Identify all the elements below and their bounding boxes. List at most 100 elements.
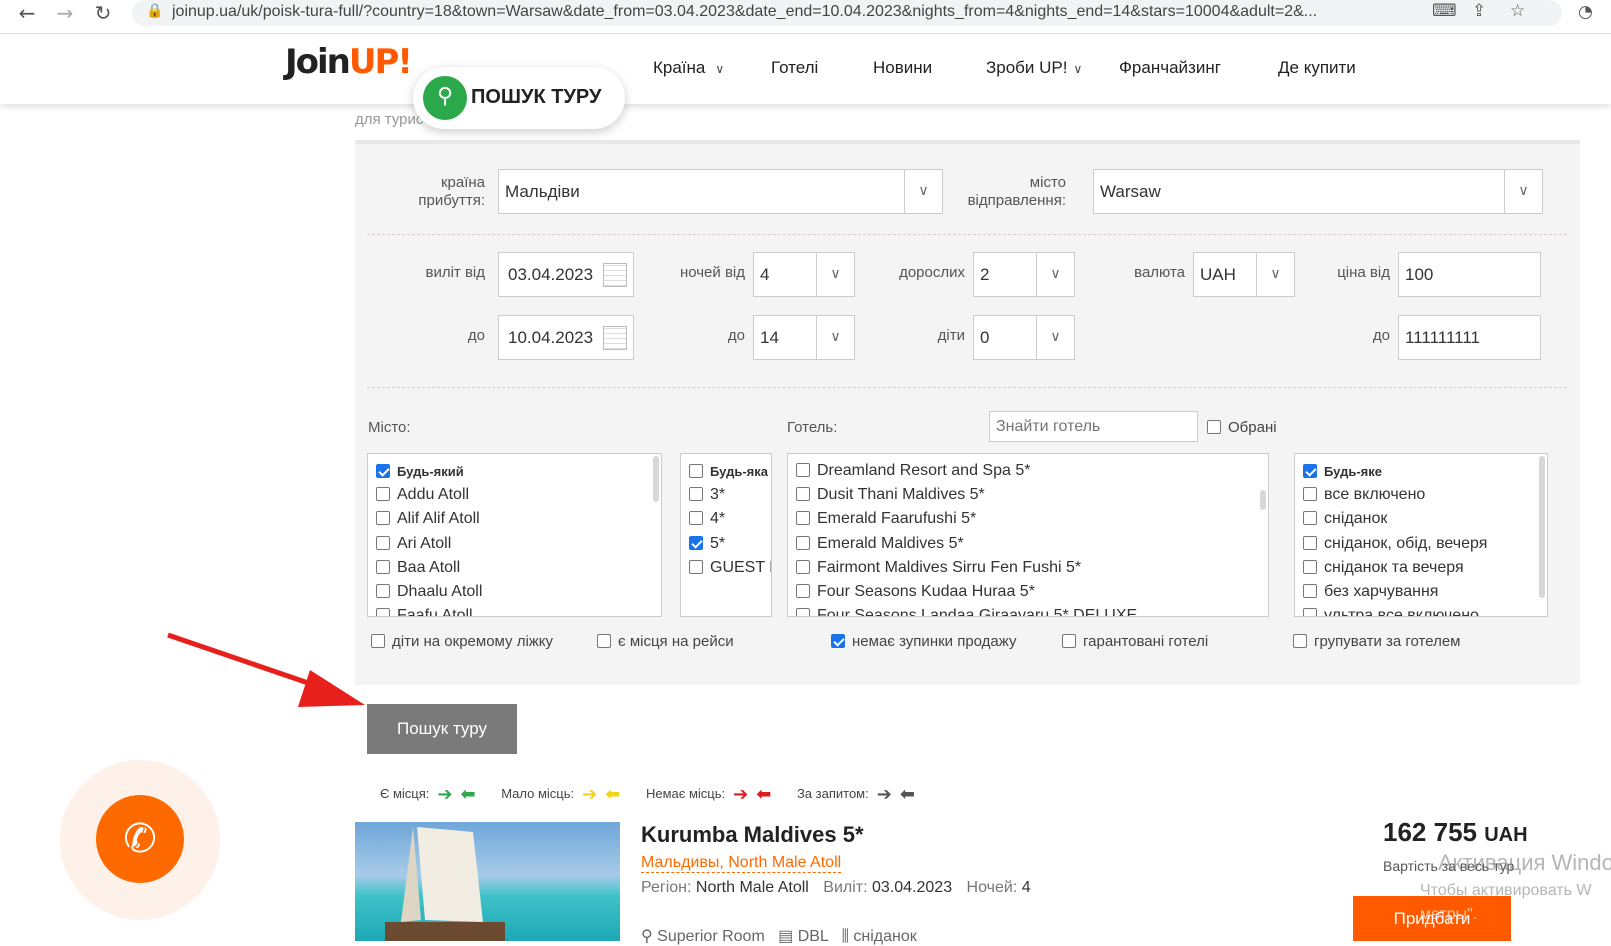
list-item[interactable]: 3*: [689, 485, 725, 505]
checkbox[interactable]: [371, 634, 385, 648]
hotel-photo[interactable]: [355, 822, 620, 941]
option-flight-seats[interactable]: є місця на рейси: [597, 633, 734, 650]
checkbox[interactable]: [1303, 536, 1317, 550]
currency-select[interactable]: UAH ∨: [1193, 252, 1295, 297]
checkbox[interactable]: [376, 608, 390, 616]
profile-icon[interactable]: ◔: [1578, 2, 1593, 22]
nav-make-up[interactable]: Зроби UP! ∨: [986, 58, 1082, 78]
list-item[interactable]: Dhaalu Atoll: [376, 582, 482, 602]
nights-to-select[interactable]: 14 ∨: [753, 315, 855, 360]
search-tour-button[interactable]: Пошук туру: [367, 704, 517, 754]
checkbox[interactable]: [1303, 560, 1317, 574]
checkbox[interactable]: [1293, 634, 1307, 648]
nights-from-select[interactable]: 4 ∨: [753, 252, 855, 297]
date-to-input[interactable]: 10.04.2023: [498, 315, 634, 360]
checkbox[interactable]: [796, 536, 810, 550]
translate-icon[interactable]: ⌨: [1432, 1, 1457, 21]
checkbox[interactable]: [1303, 487, 1317, 501]
list-item[interactable]: Ari Atoll: [376, 534, 451, 554]
adults-select[interactable]: 2 ∨: [973, 252, 1075, 297]
price-from-input[interactable]: 100: [1398, 252, 1541, 297]
favorites-checkbox[interactable]: Обрані: [1207, 419, 1277, 436]
hotel-search-input[interactable]: [989, 411, 1198, 442]
list-item[interactable]: Будь-який: [376, 462, 464, 482]
checkbox[interactable]: [376, 536, 390, 550]
list-item[interactable]: Four Seasons Kudaa Huraa 5*: [796, 582, 1035, 602]
checkbox[interactable]: [796, 487, 810, 501]
date-from-input[interactable]: 03.04.2023: [498, 252, 634, 297]
city-list[interactable]: Будь-який Addu Atoll Alif Alif Atoll Ari…: [367, 453, 662, 617]
country-select[interactable]: Мальдіви ∨: [498, 169, 943, 214]
list-item[interactable]: Baa Atoll: [376, 558, 460, 578]
meals-list[interactable]: Будь-яке все включено сніданок сніданок,…: [1294, 453, 1548, 617]
list-item[interactable]: Fairmont Maldives Sirru Fen Fushi 5*: [796, 558, 1081, 578]
stars-list[interactable]: Будь-яка 3* 4* 5* GUEST H: [680, 453, 772, 617]
checkbox[interactable]: [796, 584, 810, 598]
checkbox[interactable]: [597, 634, 611, 648]
list-item[interactable]: 4*: [689, 509, 725, 529]
nav-where-to-buy[interactable]: Де купити: [1278, 58, 1356, 78]
list-item[interactable]: Emerald Faarufushi 5*: [796, 509, 976, 529]
back-icon[interactable]: ←: [12, 0, 42, 28]
checkbox[interactable]: [1303, 608, 1317, 616]
checkbox[interactable]: [831, 634, 845, 648]
checkbox[interactable]: [689, 511, 703, 525]
hotel-location-link[interactable]: Мальдивы, North Male Atoll: [641, 854, 842, 873]
checkbox[interactable]: [1303, 464, 1317, 478]
nav-hotels[interactable]: Готелі: [771, 58, 818, 78]
list-item[interactable]: Emerald Maldives 5*: [796, 534, 964, 554]
checkbox[interactable]: [376, 511, 390, 525]
checkbox[interactable]: [796, 560, 810, 574]
scrollbar[interactable]: [653, 456, 659, 502]
checkbox[interactable]: [689, 487, 703, 501]
checkbox[interactable]: [689, 464, 703, 478]
nav-news[interactable]: Новини: [873, 58, 932, 78]
list-item[interactable]: без харчування: [1303, 582, 1438, 602]
list-item[interactable]: 5*: [689, 534, 725, 554]
checkbox[interactable]: [689, 536, 703, 550]
option-guaranteed-hotels[interactable]: гарантовані готелі: [1062, 633, 1208, 650]
nav-franchising[interactable]: Франчайзинг: [1119, 58, 1221, 78]
checkbox[interactable]: [376, 584, 390, 598]
checkbox[interactable]: [1303, 511, 1317, 525]
hotel-name[interactable]: Kurumba Maldives 5*: [641, 822, 864, 848]
list-item[interactable]: Addu Atoll: [376, 485, 469, 505]
children-select[interactable]: 0 ∨: [973, 315, 1075, 360]
price-to-input[interactable]: 111111111: [1398, 315, 1541, 360]
checkbox[interactable]: [796, 463, 810, 477]
list-item[interactable]: Faafu Atoll: [376, 606, 473, 616]
list-item[interactable]: Alif Alif Atoll: [376, 509, 480, 529]
list-item[interactable]: ультра все включено: [1303, 606, 1479, 616]
checkbox[interactable]: [1062, 634, 1076, 648]
joinup-logo[interactable]: JoinUP!: [285, 42, 413, 82]
option-group-by-hotel[interactable]: групувати за готелем: [1293, 633, 1461, 650]
option-children-separate-bed[interactable]: діти на окремому ліжку: [371, 633, 553, 650]
list-item[interactable]: Будь-яке: [1303, 462, 1382, 482]
checkbox[interactable]: [689, 560, 703, 574]
city-from-select[interactable]: Warsaw ∨: [1093, 169, 1543, 214]
checkbox[interactable]: [376, 560, 390, 574]
list-item[interactable]: сніданок та вечеря: [1303, 558, 1464, 578]
scrollbar[interactable]: [1539, 456, 1545, 598]
scrollbar[interactable]: [1260, 490, 1266, 510]
hotels-list[interactable]: Dreamland Resort and Spa 5* Dusit Thani …: [787, 453, 1269, 617]
list-item[interactable]: все включено: [1303, 485, 1425, 505]
reload-icon[interactable]: ↻: [88, 0, 118, 28]
bookmark-star-icon[interactable]: ☆: [1510, 1, 1525, 21]
checkbox[interactable]: [1303, 584, 1317, 598]
option-no-stop-sale[interactable]: немає зупинки продажу: [831, 633, 1016, 650]
checkbox[interactable]: [796, 511, 810, 525]
search-tour-pill[interactable]: ⚲ ПОШУК ТУРУ: [413, 67, 625, 129]
checkbox[interactable]: [376, 464, 390, 478]
checkbox[interactable]: [376, 487, 390, 501]
phone-icon[interactable]: ✆: [96, 795, 184, 883]
list-item[interactable]: сніданок, обід, вечеря: [1303, 534, 1487, 554]
list-item[interactable]: Four Seasons Landaa Giraavaru 5* DELUXE: [796, 606, 1137, 616]
list-item[interactable]: Dreamland Resort and Spa 5*: [796, 461, 1030, 481]
list-item[interactable]: Dusit Thani Maldives 5*: [796, 485, 985, 505]
address-bar[interactable]: 🔒 joinup.ua/uk/poisk-tura-full/?country=…: [132, 0, 1562, 26]
nav-country[interactable]: Країна ∨: [653, 58, 724, 78]
checkbox[interactable]: [796, 608, 810, 616]
forward-icon[interactable]: →: [50, 0, 80, 28]
list-item[interactable]: сніданок: [1303, 509, 1387, 529]
